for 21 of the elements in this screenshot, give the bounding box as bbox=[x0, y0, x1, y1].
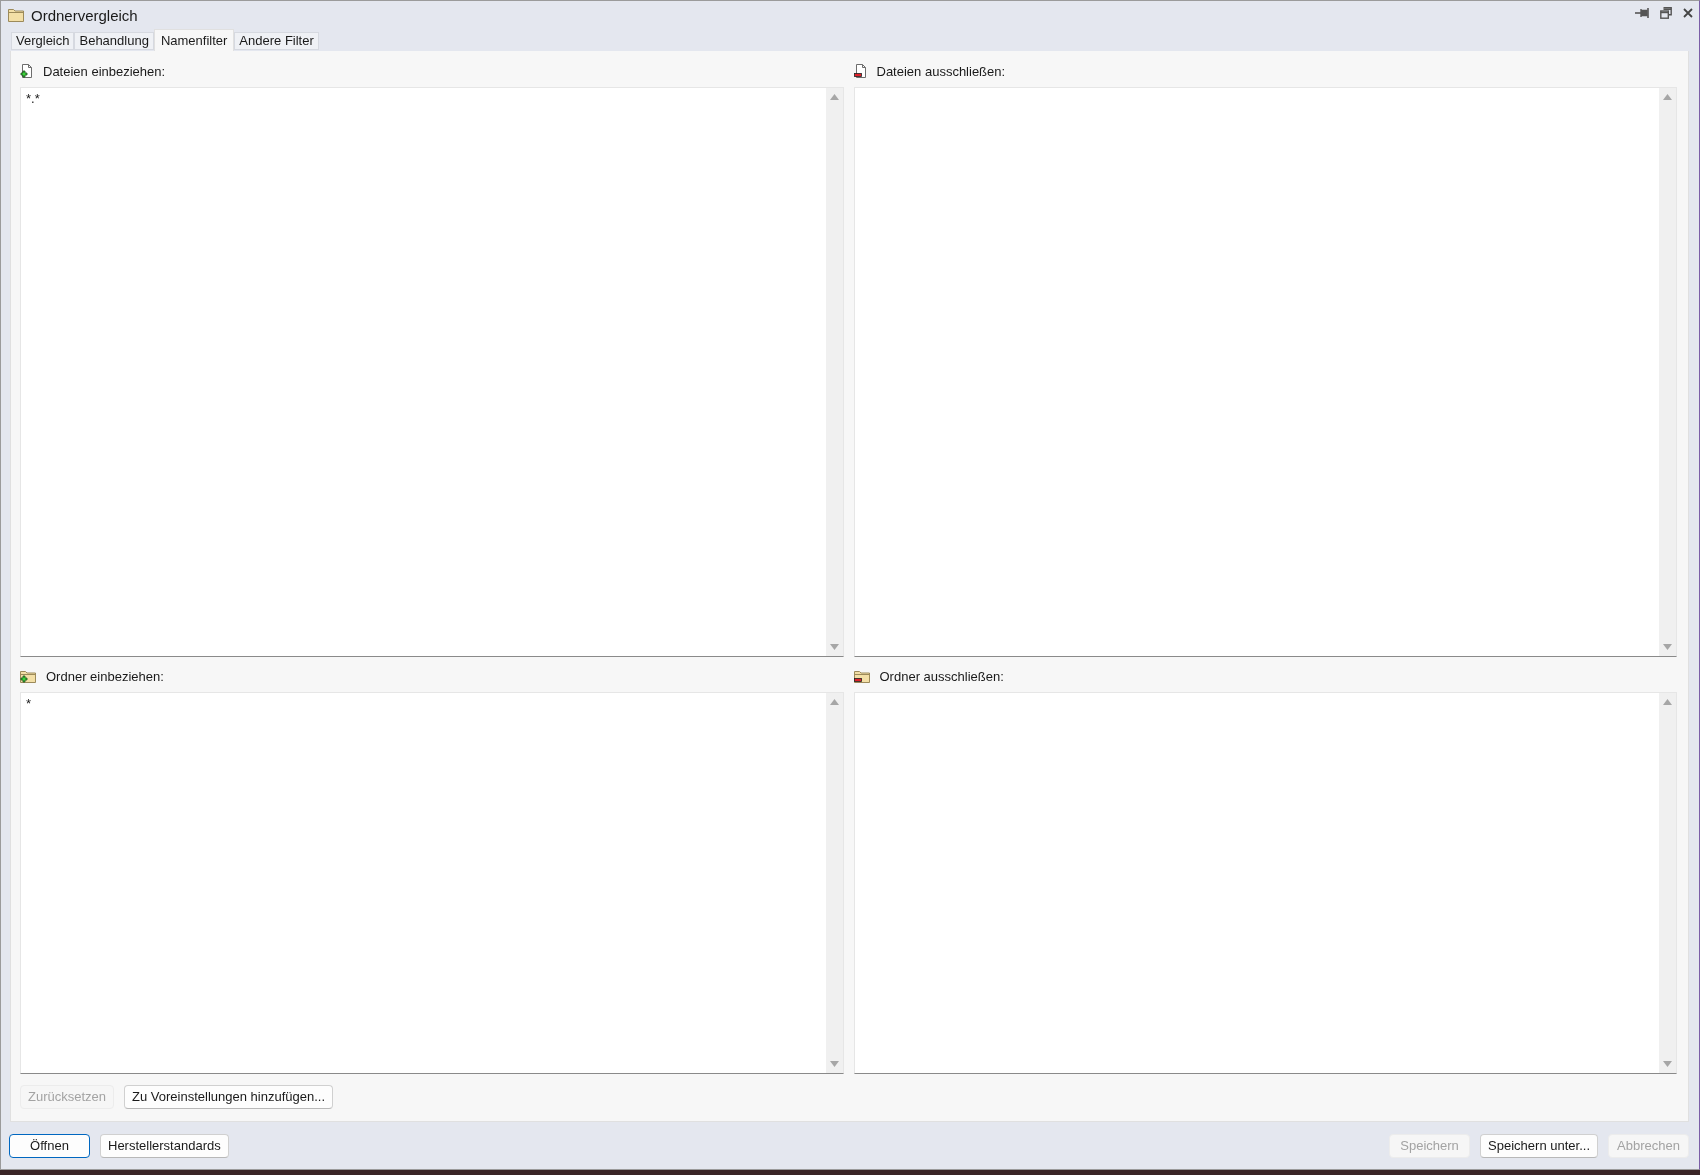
window-title: Ordnervergleich bbox=[31, 7, 138, 25]
folder-icon bbox=[8, 8, 24, 22]
footer-button[interactable]: Öffnen bbox=[9, 1133, 90, 1158]
panel-button[interactable]: Zu Voreinstellungen hinzufügen... bbox=[124, 1085, 333, 1109]
footer-button[interactable]: Speichern unter... bbox=[1480, 1133, 1598, 1158]
file-minus-icon bbox=[853, 64, 867, 78]
folder-minus-icon bbox=[853, 669, 870, 683]
pin-icon[interactable] bbox=[1635, 8, 1649, 18]
tab[interactable]: Namenfilter bbox=[153, 29, 235, 51]
footer-button[interactable]: Herstellerstandards bbox=[100, 1133, 229, 1158]
tab[interactable]: Andere Filter bbox=[234, 32, 319, 50]
file-plus-icon bbox=[20, 64, 33, 78]
tab[interactable]: Behandlung bbox=[74, 32, 154, 50]
field-label: Ordner ausschließen: bbox=[879, 669, 1004, 684]
close-icon[interactable] bbox=[1683, 8, 1693, 18]
field-label: Dateien einbeziehen: bbox=[43, 64, 166, 79]
restore-icon[interactable] bbox=[1660, 7, 1672, 19]
folder-plus-icon bbox=[20, 669, 36, 683]
tab[interactable]: Vergleich bbox=[11, 32, 75, 50]
field-label: Dateien ausschließen: bbox=[876, 64, 1006, 79]
field-label: Ordner einbeziehen: bbox=[46, 669, 164, 684]
